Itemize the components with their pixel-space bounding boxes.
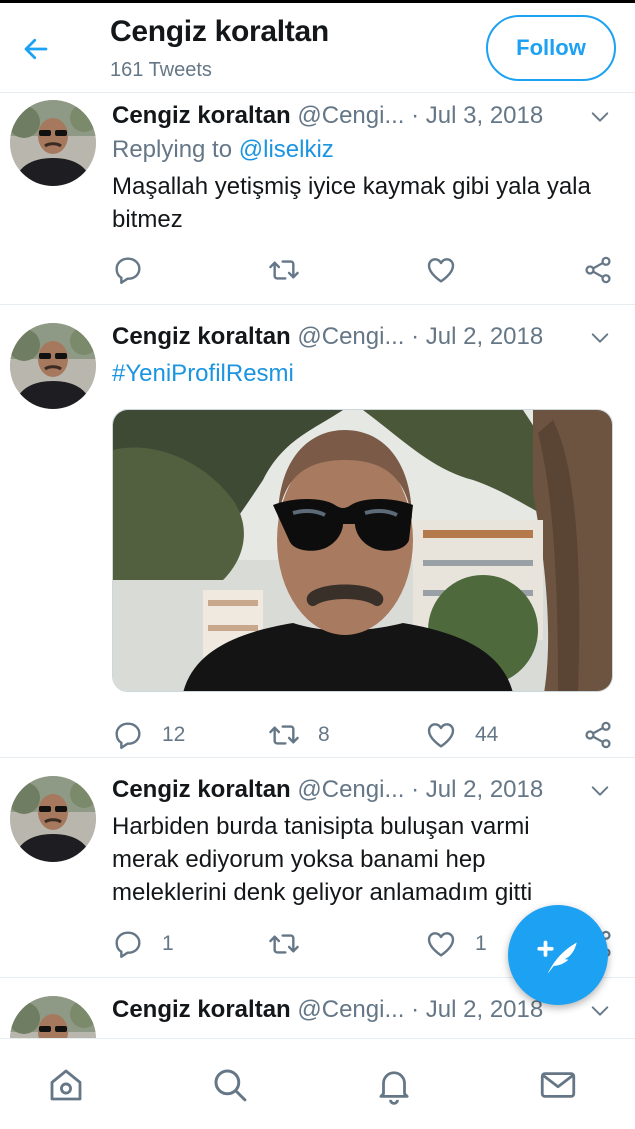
retweet-button[interactable] <box>268 926 318 962</box>
share-icon <box>582 254 614 286</box>
tweet-text: Maşallah yetişmiş iyice kaymak gibi yala… <box>112 173 591 233</box>
tweet-item[interactable]: Cengiz koraltan @Cengi... · Jul 3, 2018 … <box>0 94 635 305</box>
mail-icon <box>540 1072 576 1098</box>
tweet-date[interactable]: Jul 3, 2018 <box>426 102 543 129</box>
page-title: Cengiz koraltan <box>110 15 329 48</box>
chevron-down-icon[interactable] <box>589 780 611 802</box>
reply-button[interactable] <box>112 252 162 288</box>
avatar[interactable] <box>10 100 96 186</box>
home-icon <box>50 1069 82 1101</box>
tweet-timeline[interactable]: Cengiz koraltan @Cengi... · Jul 3, 2018 … <box>0 94 635 1038</box>
author-name[interactable]: Cengiz koraltan <box>112 996 291 1023</box>
nav-messages[interactable] <box>534 1061 582 1109</box>
like-button[interactable]: 44 <box>425 717 498 753</box>
follow-button[interactable]: Follow <box>486 15 616 81</box>
reply-mention-link[interactable]: @liselkiz <box>239 136 334 163</box>
separator-dot: · <box>411 323 420 350</box>
nav-notifications[interactable] <box>370 1061 418 1109</box>
avatar-image <box>10 996 96 1038</box>
chevron-down-icon[interactable] <box>589 327 611 349</box>
tweet-header: Cengiz koraltan @Cengi... · Jul 2, 2018 <box>112 774 615 806</box>
tweet-header: Cengiz koraltan @Cengi... · Jul 3, 2018 <box>112 100 615 132</box>
bottom-navigation <box>0 1038 635 1129</box>
hashtag-link[interactable]: #YeniProfilResmi <box>112 357 595 390</box>
like-count: 1 <box>475 932 487 955</box>
avatar-image <box>10 776 96 862</box>
like-button[interactable] <box>425 252 475 288</box>
author-handle[interactable]: @Cengi... <box>297 102 404 129</box>
arrow-left-icon <box>24 38 48 60</box>
share-button[interactable] <box>582 252 614 288</box>
avatar[interactable] <box>10 996 96 1038</box>
tweet-header: Cengiz koraltan @Cengi... · Jul 2, 2018 <box>112 321 615 353</box>
retweet-icon <box>268 254 300 286</box>
selfie-photo-image <box>113 410 612 691</box>
tweet-count: 161 Tweets <box>110 59 212 81</box>
profile-header: Cengiz koraltan 161 Tweets Follow <box>0 3 635 93</box>
avatar-image <box>10 323 96 409</box>
tweet-item[interactable]: Cengiz koraltan @Cengi... · Jul 2, 2018 … <box>0 305 635 758</box>
retweet-icon <box>268 719 300 751</box>
heart-icon <box>425 254 457 286</box>
separator-dot: · <box>411 102 420 129</box>
tweet-date[interactable]: Jul 2, 2018 <box>426 996 543 1023</box>
author-handle[interactable]: @Cengi... <box>297 323 404 350</box>
retweet-count: 8 <box>318 723 330 746</box>
tweet-actions <box>112 252 617 288</box>
search-icon <box>214 1069 247 1102</box>
tweet-date[interactable]: Jul 2, 2018 <box>426 776 543 803</box>
reply-button[interactable]: 1 <box>112 926 174 962</box>
retweet-button[interactable] <box>268 252 318 288</box>
reply-icon <box>112 719 144 751</box>
bell-icon <box>379 1071 409 1105</box>
author-handle[interactable]: @Cengi... <box>297 776 404 803</box>
reply-icon <box>112 254 144 286</box>
retweet-icon <box>268 928 300 960</box>
share-icon <box>582 719 614 751</box>
reply-count: 12 <box>162 723 186 746</box>
heart-icon <box>425 719 457 751</box>
separator-dot: · <box>411 996 420 1023</box>
share-button[interactable] <box>582 717 614 753</box>
author-name[interactable]: Cengiz koraltan <box>112 102 291 129</box>
back-button[interactable] <box>16 29 56 69</box>
tweet-photo[interactable] <box>112 409 613 692</box>
tweet-date[interactable]: Jul 2, 2018 <box>426 323 543 350</box>
reply-prefix: Replying to <box>112 136 239 163</box>
nav-home[interactable] <box>42 1061 90 1109</box>
compose-tweet-icon <box>537 940 577 974</box>
chevron-down-icon[interactable] <box>589 106 611 128</box>
tweet-text: Harbiden burda tanisipta buluşan varmi m… <box>112 813 533 906</box>
separator-dot: · <box>411 776 420 803</box>
author-handle[interactable]: @Cengi... <box>297 996 404 1023</box>
retweet-button[interactable]: 8 <box>268 717 330 753</box>
chevron-down-icon[interactable] <box>589 1000 611 1022</box>
compose-tweet-button[interactable] <box>508 905 608 1005</box>
avatar-image <box>10 100 96 186</box>
avatar[interactable] <box>10 776 96 862</box>
heart-icon <box>425 928 457 960</box>
reply-button[interactable]: 12 <box>112 717 185 753</box>
avatar[interactable] <box>10 323 96 409</box>
like-button[interactable]: 1 <box>425 926 487 962</box>
reply-count: 1 <box>162 932 174 955</box>
author-name[interactable]: Cengiz koraltan <box>112 776 291 803</box>
like-count: 44 <box>475 723 499 746</box>
nav-search[interactable] <box>206 1061 254 1109</box>
reply-context: Replying to @liselkiz <box>112 134 334 166</box>
reply-icon <box>112 928 144 960</box>
tweet-actions: 12 8 44 <box>112 717 617 753</box>
author-name[interactable]: Cengiz koraltan <box>112 323 291 350</box>
